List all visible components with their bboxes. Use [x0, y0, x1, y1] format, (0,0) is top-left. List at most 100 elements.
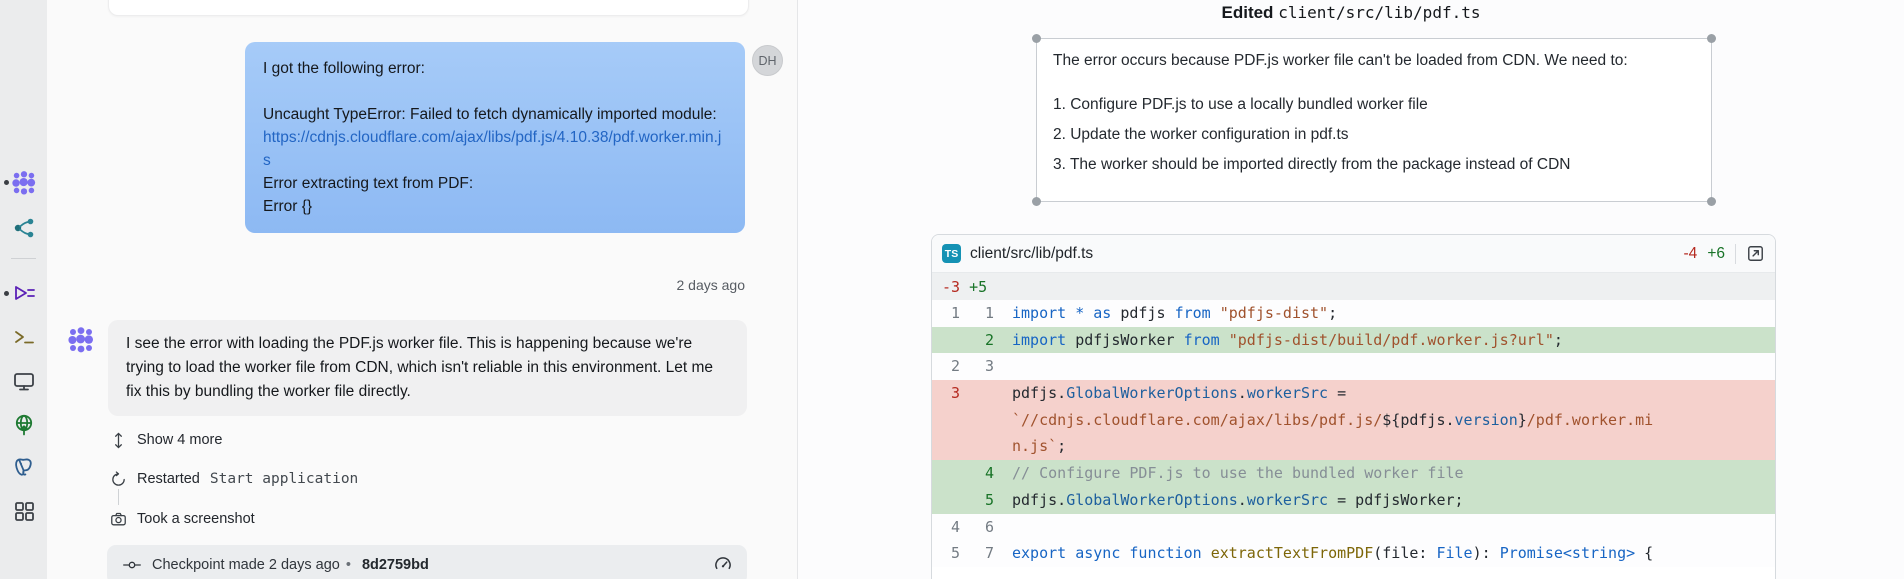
- open-file-icon[interactable]: [1746, 244, 1765, 263]
- old-line-number: [932, 327, 960, 354]
- explanation-list-item: 1. Configure PDF.js to use a locally bun…: [1053, 96, 1695, 114]
- rail-item-publish-globe-icon[interactable]: [10, 411, 37, 438]
- old-line-number: 4: [932, 514, 960, 541]
- new-line-number: 5: [966, 487, 994, 514]
- hunk-added: +5: [969, 278, 987, 296]
- diff-header: TS client/src/lib/pdf.ts -4 +6: [932, 235, 1775, 273]
- user-message-line: Error extracting text from PDF:: [263, 172, 727, 195]
- user-message-line: I got the following error:: [263, 57, 727, 80]
- code-line: pdfjs.GlobalWorkerOptions.workerSrc =: [994, 380, 1346, 407]
- new-line-number: [966, 433, 994, 460]
- diff-row: 5pdfjs.GlobalWorkerOptions.workerSrc = p…: [932, 487, 1775, 514]
- selection-handle[interactable]: [1707, 34, 1716, 43]
- new-line-number: [966, 380, 994, 407]
- diff-code: 11import * as pdfjs from "pdfjs-dist";2i…: [932, 300, 1775, 567]
- code-line: export async function extractTextFromPDF…: [994, 540, 1653, 567]
- rail-item-git-fork-icon[interactable]: [10, 214, 37, 241]
- typescript-file-icon: TS: [942, 244, 961, 263]
- hunk-removed: -3: [942, 278, 960, 296]
- action-connector-line: [118, 489, 119, 505]
- code-line: n.js`;: [994, 433, 1066, 460]
- header-divider: [1735, 244, 1736, 264]
- new-line-number: 6: [966, 514, 994, 541]
- commit-icon: [121, 556, 143, 574]
- selection-handle[interactable]: [1707, 197, 1716, 206]
- diff-row: 11import * as pdfjs from "pdfjs-dist";: [932, 300, 1775, 327]
- replit-workspace: I got the following error: Uncaught TypeE…: [0, 0, 1904, 579]
- checkpoint-label: Checkpoint made 2 days ago •: [152, 557, 351, 573]
- action-label: Show 4 more: [137, 432, 222, 448]
- code-line: [994, 514, 1012, 541]
- user-message-bubble: I got the following error: Uncaught TypeE…: [245, 42, 745, 233]
- tool-rail: [0, 0, 48, 579]
- refresh-icon: [110, 471, 127, 488]
- code-line: pdfjs.GlobalWorkerOptions.workerSrc = pd…: [994, 487, 1464, 514]
- user-avatar: DH: [752, 45, 783, 76]
- code-line: // Configure PDF.js to use the bundled w…: [994, 460, 1464, 487]
- code-line: import pdfjsWorker from "pdfjs-dist/buil…: [994, 327, 1563, 354]
- action-label: Took a screenshot: [137, 511, 255, 527]
- diff-stats: -4 +6: [1684, 244, 1765, 264]
- edited-label: Edited: [1222, 3, 1274, 22]
- user-message-line: Uncaught TypeError: Failed to fetch dyna…: [263, 103, 727, 126]
- notification-dot: [4, 291, 9, 296]
- old-line-number: 2: [932, 353, 960, 380]
- diff-row: 57export async function extractTextFromP…: [932, 540, 1775, 567]
- old-line-number: [932, 460, 960, 487]
- diff-hunk-header: -3 +5: [932, 273, 1775, 300]
- explanation-intro: The error occurs because PDF.js worker f…: [1053, 52, 1695, 70]
- edited-file-panel: Edited client/src/lib/pdf.ts The error o…: [798, 0, 1904, 579]
- notification-dot: [4, 180, 9, 185]
- edited-file-title: Edited client/src/lib/pdf.ts: [798, 3, 1904, 23]
- rail-divider: [11, 258, 36, 259]
- diff-row: `//cdnjs.cloudflare.com/ajax/libs/pdf.js…: [932, 407, 1775, 434]
- rail-item-shell-icon[interactable]: [10, 323, 37, 350]
- diff-row: 23: [932, 353, 1775, 380]
- explanation-box: The error occurs because PDF.js worker f…: [1036, 38, 1712, 202]
- diff-row: 46: [932, 514, 1775, 541]
- rail-item-workflows-icon[interactable]: [10, 280, 37, 307]
- action-restarted[interactable]: RestartedStart application: [110, 469, 358, 489]
- checkpoint-bar[interactable]: Checkpoint made 2 days ago • 8d2759bd: [107, 545, 747, 579]
- old-line-number: [932, 433, 960, 460]
- diff-card: TS client/src/lib/pdf.ts -4 +6 -3 +5 11i…: [931, 234, 1776, 579]
- old-line-number: 1: [932, 300, 960, 327]
- code-line: import * as pdfjs from "pdfjs-dist";: [994, 300, 1337, 327]
- rail-item-postgres-icon[interactable]: [10, 453, 37, 480]
- explanation-list-item: 3. The worker should be imported directl…: [1053, 156, 1695, 174]
- agent-avatar-icon: [67, 326, 95, 354]
- message-timestamp: 2 days ago: [445, 277, 745, 293]
- new-line-number: [966, 407, 994, 434]
- agent-chat-panel: I got the following error: Uncaught TypeE…: [47, 0, 797, 579]
- old-line-number: 5: [932, 540, 960, 567]
- workflow-name: Start application: [210, 471, 358, 487]
- diff-row: n.js`;: [932, 433, 1775, 460]
- lines-removed-count: -4: [1684, 245, 1698, 263]
- assistant-message-bubble: I see the error with loading the PDF.js …: [108, 320, 747, 416]
- explanation-list-item: 2. Update the worker configuration in pd…: [1053, 126, 1695, 144]
- rail-item-apps-grid-icon[interactable]: [10, 497, 37, 524]
- lines-added-count: +6: [1707, 245, 1725, 263]
- expand-icon: [110, 432, 127, 449]
- code-line: [994, 353, 1012, 380]
- selection-handle[interactable]: [1032, 197, 1041, 206]
- previous-message-card: [108, 0, 749, 16]
- rollback-icon[interactable]: [713, 555, 733, 575]
- camera-icon: [110, 511, 127, 528]
- rail-item-desktop-icon[interactable]: [10, 367, 37, 394]
- diff-filename: client/src/lib/pdf.ts: [970, 245, 1093, 263]
- selection-handle[interactable]: [1032, 34, 1041, 43]
- old-line-number: 3: [932, 380, 960, 407]
- new-line-number: 2: [966, 327, 994, 354]
- diff-row: 3 pdfjs.GlobalWorkerOptions.workerSrc =: [932, 380, 1775, 407]
- action-show-4-more[interactable]: Show 4 more: [110, 430, 222, 450]
- diff-row: 4// Configure PDF.js to use the bundled …: [932, 460, 1775, 487]
- action-took-a-screenshot[interactable]: Took a screenshot: [110, 509, 255, 529]
- old-line-number: [932, 407, 960, 434]
- diff-row: 2import pdfjsWorker from "pdfjs-dist/bui…: [932, 327, 1775, 354]
- new-line-number: 7: [966, 540, 994, 567]
- new-line-number: 1: [966, 300, 994, 327]
- rail-item-agent-icon[interactable]: [10, 169, 37, 196]
- error-module-link[interactable]: https://cdnjs.cloudflare.com/ajax/libs/p…: [263, 129, 721, 169]
- new-line-number: 4: [966, 460, 994, 487]
